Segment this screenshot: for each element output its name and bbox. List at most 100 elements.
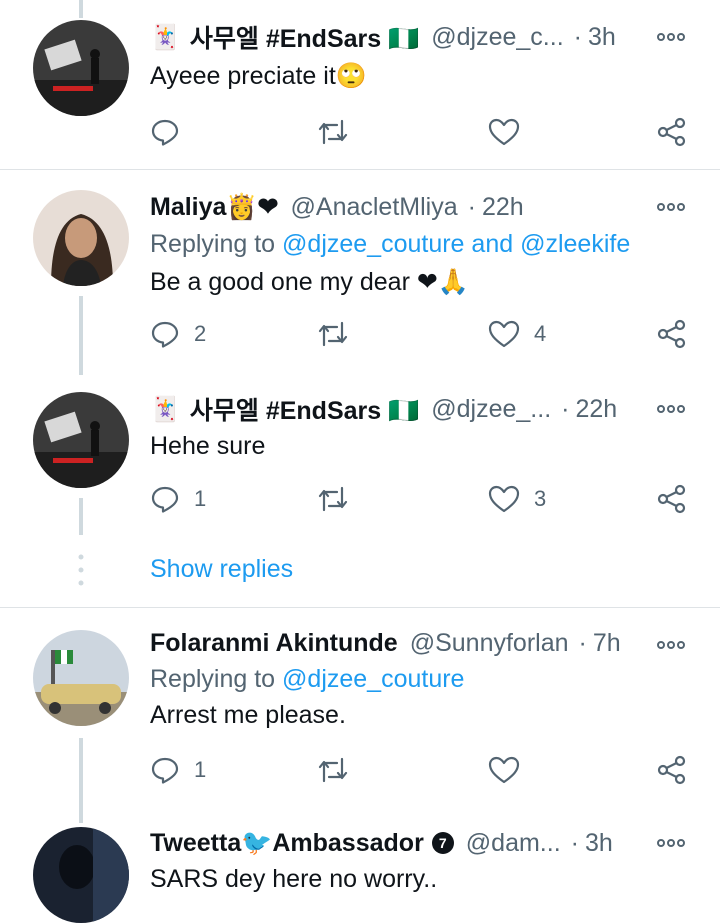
more-options-icon[interactable]: [656, 192, 686, 222]
reply-button[interactable]: 2: [150, 316, 206, 352]
timestamp[interactable]: 22h: [482, 193, 524, 222]
like-count: 3: [534, 486, 547, 511]
more-options-icon[interactable]: [656, 394, 686, 424]
reply-icon: [151, 119, 179, 146]
retweet-button[interactable]: [316, 752, 350, 788]
mention-and: and: [464, 230, 521, 258]
tweet-header: Maliya👸❤ @AnacletMliya · 22h: [150, 192, 720, 222]
display-name[interactable]: 사무엘 #EndSars 🇳🇬: [190, 19, 419, 55]
tweet-header: 🃏 사무엘 #EndSars 🇳🇬 @djzee_... · 22h: [150, 391, 720, 427]
retweet-icon: [318, 757, 348, 783]
like-button[interactable]: [488, 752, 534, 788]
separator-dot: ·: [561, 394, 570, 423]
display-name[interactable]: Maliya👸❤: [150, 192, 279, 222]
separator-dot: ·: [570, 828, 579, 857]
timestamp[interactable]: 7h: [593, 629, 621, 658]
like-button[interactable]: [488, 114, 534, 150]
user-handle[interactable]: @AnacletMliya: [291, 193, 458, 222]
timestamp[interactable]: 22h: [575, 395, 617, 424]
share-icon: [657, 117, 686, 147]
tweet-4[interactable]: Folaranmi Akintunde @Sunnyforlan · 7h Re…: [0, 608, 720, 823]
avatar[interactable]: [33, 20, 129, 116]
retweet-button[interactable]: [316, 114, 350, 150]
heart-icon: [488, 756, 520, 784]
user-handle[interactable]: @dam...: [466, 829, 561, 858]
reply-icon: [151, 486, 179, 513]
display-name[interactable]: 사무엘 #EndSars 🇳🇬: [190, 391, 419, 427]
retweet-button[interactable]: [316, 316, 350, 352]
retweet-icon: [318, 321, 348, 347]
mention-link[interactable]: @djzee_couture: [282, 230, 464, 258]
replying-to: Replying to @djzee_couture: [150, 665, 464, 694]
heart-icon: [488, 485, 520, 513]
tweet-actions: 2 4: [150, 316, 690, 352]
thread-line: [79, 738, 83, 823]
tweet-actions: 1: [150, 752, 690, 788]
reply-button[interactable]: 1: [150, 752, 206, 788]
share-icon: [657, 484, 686, 514]
heart-icon: [488, 118, 520, 146]
tweet-5[interactable]: Tweetta🐦Ambassador 7 @dam... · 3h SARS d…: [0, 823, 720, 923]
tweet-text: Hehe sure: [150, 432, 266, 460]
share-button[interactable]: [657, 114, 687, 150]
share-icon: [657, 319, 686, 349]
share-icon: [657, 755, 686, 785]
more-options-icon[interactable]: [656, 828, 686, 858]
user-handle[interactable]: @Sunnyforlan: [410, 629, 569, 658]
reply-count: 1: [194, 757, 207, 782]
like-count: 4: [534, 321, 547, 346]
verified-badge: 7: [431, 832, 454, 854]
reply-button[interactable]: [150, 114, 194, 150]
user-handle[interactable]: @djzee_c...: [431, 23, 563, 52]
retweet-icon: [318, 119, 348, 145]
thread-line: [79, 0, 83, 18]
separator-dot: ·: [578, 628, 587, 657]
tweet-text: Be a good one my dear ❤🙏: [150, 268, 469, 296]
more-options-icon[interactable]: [656, 22, 686, 52]
thread-line: [79, 498, 83, 535]
reply-button[interactable]: 1: [150, 481, 206, 517]
timestamp[interactable]: 3h: [588, 23, 616, 52]
avatar[interactable]: [33, 392, 129, 488]
share-button[interactable]: [657, 316, 687, 352]
tweet-header: 🃏 사무엘 #EndSars 🇳🇬 @djzee_c... · 3h: [150, 19, 720, 55]
heart-icon: [488, 320, 520, 348]
share-button[interactable]: [657, 752, 687, 788]
tweet-3[interactable]: 🃏 사무엘 #EndSars 🇳🇬 @djzee_... · 22h Hehe …: [0, 375, 720, 540]
separator-dot: ·: [573, 22, 582, 51]
avatar[interactable]: [33, 190, 129, 286]
timestamp[interactable]: 3h: [585, 829, 613, 858]
replying-to-label: Replying to: [150, 665, 283, 693]
joker-emoji: 🃏: [150, 395, 180, 423]
display-name[interactable]: Folaranmi Akintunde: [150, 629, 398, 658]
joker-emoji: 🃏: [150, 23, 180, 51]
tweet-actions: [150, 114, 690, 150]
more-options-icon[interactable]: [656, 630, 686, 660]
like-button[interactable]: 4: [488, 316, 546, 352]
replying-to: Replying to @djzee_couture and @zleekife: [150, 230, 630, 259]
separator-dot: ·: [467, 192, 476, 221]
tweet-text: SARS dey here no worry..: [150, 865, 438, 893]
retweet-button[interactable]: [316, 481, 350, 517]
tweet-actions: 1 3: [150, 481, 690, 517]
show-replies-link[interactable]: Show replies: [150, 555, 293, 584]
tweet-text: Ayeee preciate it🙄: [150, 62, 367, 90]
like-button[interactable]: 3: [488, 481, 546, 517]
tweet-header: Tweetta🐦Ambassador 7 @dam... · 3h: [150, 828, 720, 858]
avatar[interactable]: [33, 630, 129, 726]
thread-dots: [78, 553, 84, 587]
mention-link[interactable]: @djzee_couture: [282, 665, 464, 693]
tweet-2[interactable]: Maliya👸❤ @AnacletMliya · 22h Replying to…: [0, 170, 720, 375]
share-button[interactable]: [657, 481, 687, 517]
mention-link[interactable]: @zleekife: [520, 230, 630, 258]
thread-line: [79, 296, 83, 375]
replying-to-label: Replying to: [150, 230, 283, 258]
tweet-1[interactable]: 🃏 사무엘 #EndSars 🇳🇬 @djzee_c... · 3h Ayeee…: [0, 0, 720, 168]
reply-icon: [151, 757, 179, 784]
user-handle[interactable]: @djzee_...: [431, 395, 551, 424]
avatar[interactable]: [33, 827, 129, 923]
reply-count: 2: [194, 321, 207, 346]
display-name[interactable]: Tweetta🐦Ambassador: [150, 829, 424, 858]
reply-icon: [151, 321, 179, 348]
reply-count: 1: [194, 486, 207, 511]
